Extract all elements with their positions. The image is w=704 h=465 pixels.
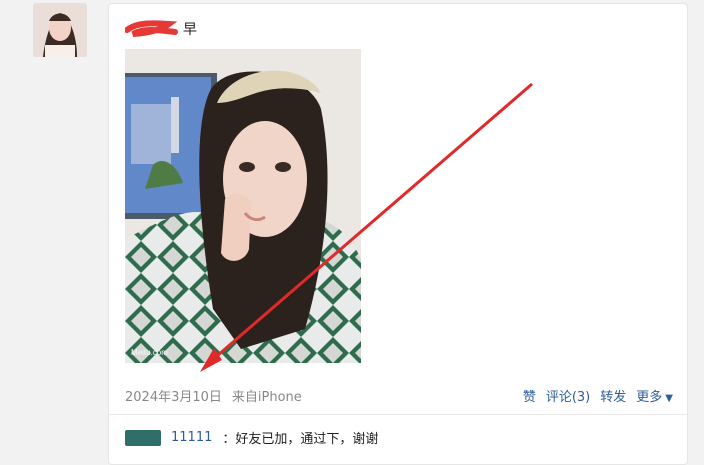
chevron-down-icon: ▼ <box>665 393 673 404</box>
comment-avatar[interactable] <box>125 429 161 446</box>
avatar-image <box>33 3 87 57</box>
repost-button[interactable]: 转发 <box>600 386 626 405</box>
post-photo-image: Meitu.com <box>125 49 361 363</box>
comment-text: ：好友已加，通过下，谢谢 <box>222 432 379 447</box>
post-meta: 2024年3月10日 来自iPhone <box>125 386 302 405</box>
comment-button[interactable]: 评论(3) <box>546 386 590 405</box>
like-button[interactable]: 赞 <box>523 386 536 405</box>
more-button[interactable]: 更多 ▼ <box>636 386 673 405</box>
photo-watermark: Meitu.com <box>131 348 168 357</box>
post-title: 早 <box>125 19 197 39</box>
post-date[interactable]: 2024年3月10日 <box>125 386 222 405</box>
more-label: 更多 <box>636 390 663 405</box>
post-card: 早 Meitu.com 2024年3月10日 来自iPhone 赞 评论(3) … <box>108 3 688 465</box>
avatar[interactable] <box>33 3 87 57</box>
comment-row: 11111 ：好友已加，通过下，谢谢 <box>125 428 378 447</box>
post-actions: 赞 评论(3) 转发 更多 ▼ <box>523 386 673 405</box>
post-photo[interactable]: Meitu.com <box>125 49 361 363</box>
redaction-mark <box>125 20 178 37</box>
post-title-text: 早 <box>183 22 197 38</box>
post-source[interactable]: 来自iPhone <box>232 386 302 405</box>
comment-username[interactable]: 11111 <box>171 430 212 445</box>
divider <box>109 414 687 415</box>
